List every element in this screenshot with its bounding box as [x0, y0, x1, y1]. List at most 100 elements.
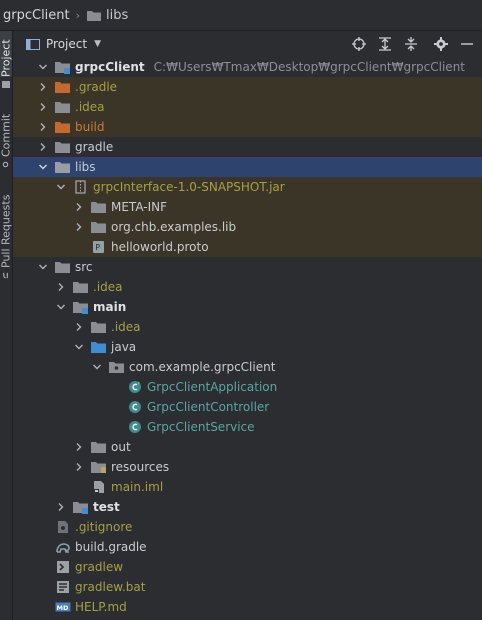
tree-row-build[interactable]: build — [13, 117, 482, 137]
chevron-down-icon[interactable] — [55, 181, 67, 193]
chevron-right-icon[interactable] — [73, 321, 85, 333]
tree-row-resources[interactable]: resources — [13, 457, 482, 477]
chevron-down-icon[interactable] — [73, 341, 85, 353]
chevron-down-icon[interactable] — [91, 361, 103, 373]
tree-row-test[interactable]: test — [13, 497, 482, 517]
chevron-right-icon[interactable] — [37, 141, 49, 153]
tree-row-java[interactable]: java — [13, 337, 482, 357]
tree-label: gradlew.bat — [75, 580, 146, 594]
chevron-right-icon[interactable] — [73, 441, 85, 453]
tool-window-strip: Project Commit Pull Requests — [0, 31, 13, 620]
java-class-icon — [127, 380, 143, 394]
markdown-file-icon: MD — [55, 600, 71, 614]
expand-all-icon — [379, 37, 391, 51]
tree-label: java — [111, 340, 137, 354]
folder-icon — [87, 10, 102, 21]
tree-row-src-idea[interactable]: .idea — [13, 277, 482, 297]
tree-label: META-INF — [111, 200, 168, 214]
tree-row-package[interactable]: com.example.grpcClient — [13, 357, 482, 377]
folder-icon — [91, 220, 107, 234]
excluded-folder-icon — [55, 80, 71, 94]
tree-row-src[interactable]: src — [13, 257, 482, 277]
tree-label: .gradle — [75, 80, 118, 94]
crosshair-icon — [352, 37, 366, 51]
tree-label: grpcInterface-1.0-SNAPSHOT.jar — [93, 180, 285, 194]
tree-label: resources — [111, 460, 170, 474]
tree-row-gradle[interactable]: gradle — [13, 137, 482, 157]
chevron-right-icon[interactable] — [37, 121, 49, 133]
tree-row-idea-dot[interactable]: .idea — [13, 97, 482, 117]
gradle-file-icon — [55, 540, 71, 554]
tree-row-org-package[interactable]: org.chb.examples.lib — [13, 217, 482, 237]
tree-row-class-app[interactable]: GrpcClientApplication — [13, 377, 482, 397]
tree-label: out — [111, 440, 131, 454]
collapse-all-icon — [405, 37, 417, 51]
settings-button[interactable] — [428, 31, 454, 57]
tree-label: build.gradle — [75, 540, 147, 554]
batch-file-icon — [55, 580, 71, 594]
tab-pull-requests[interactable]: Pull Requests — [0, 184, 13, 279]
tree-row-out[interactable]: out — [13, 437, 482, 457]
chevron-down-icon[interactable] — [37, 261, 49, 273]
tree-label: .idea — [93, 280, 123, 294]
chevron-right-icon[interactable] — [73, 221, 85, 233]
collapse-all-button[interactable] — [398, 31, 424, 57]
chevron-down-icon[interactable] — [55, 301, 67, 313]
chevron-right-icon[interactable] — [55, 281, 67, 293]
tree-row-main-idea[interactable]: .idea — [13, 317, 482, 337]
tree-row-gitignore[interactable]: .gitignore — [13, 517, 482, 537]
tree-row-root[interactable]: grpcClient C:₩Users₩Tmax₩Desktop₩grpcCli… — [13, 57, 482, 77]
minimize-icon — [461, 43, 473, 45]
tab-commit[interactable]: Commit — [0, 106, 13, 168]
tree-row-build-gradle[interactable]: build.gradle — [13, 537, 482, 557]
tree-row-main[interactable]: main — [13, 297, 482, 317]
excluded-folder-icon — [55, 120, 71, 134]
module-folder-icon — [55, 60, 71, 74]
breadcrumb-root[interactable]: grpcClient — [3, 8, 70, 23]
folder-icon — [55, 260, 71, 274]
tree-row-gradlew[interactable]: gradlew — [13, 557, 482, 577]
tree-label: gradlew — [75, 560, 124, 574]
project-tab-icon — [2, 81, 10, 88]
chevron-down-icon[interactable] — [37, 161, 49, 173]
tree-label: .gitignore — [75, 520, 133, 534]
tree-row-jar[interactable]: grpcInterface-1.0-SNAPSHOT.jar — [13, 177, 482, 197]
tree-row-main-iml[interactable]: main.iml — [13, 477, 482, 497]
jar-archive-icon — [73, 180, 89, 194]
tree-label: GrpcClientController — [147, 400, 270, 414]
tree-row-meta-inf[interactable]: META-INF — [13, 197, 482, 217]
tree-row-class-service[interactable]: GrpcClientService — [13, 417, 482, 437]
java-class-icon — [127, 400, 143, 414]
folder-icon — [55, 140, 71, 154]
tree-label: libs — [75, 160, 96, 174]
expand-all-button[interactable] — [372, 31, 398, 57]
tree-label: .idea — [111, 320, 141, 334]
chevron-right-icon[interactable] — [37, 101, 49, 113]
java-class-icon — [127, 420, 143, 434]
folder-icon — [55, 160, 71, 174]
tree-row-proto[interactable]: P helloworld.proto — [13, 237, 482, 257]
tree-label: HELP.md — [75, 600, 127, 614]
tree-row-gradle-dot[interactable]: .gradle — [13, 77, 482, 97]
tab-project[interactable]: Project — [0, 31, 13, 77]
tree-row-gradlew-bat[interactable]: gradlew.bat — [13, 577, 482, 597]
commit-icon — [3, 161, 9, 168]
chevron-right-icon[interactable] — [55, 501, 67, 513]
breadcrumb-folder[interactable]: libs — [87, 8, 128, 23]
select-opened-file-button[interactable] — [346, 31, 372, 57]
panel-title[interactable]: Project — [46, 37, 87, 51]
resources-folder-icon — [91, 460, 107, 474]
tree-row-class-controller[interactable]: GrpcClientController — [13, 397, 482, 417]
tree-row-help-md[interactable]: MD HELP.md — [13, 597, 482, 617]
tree-label: .idea — [75, 100, 105, 114]
tree-label-root: grpcClient — [75, 60, 145, 74]
chevron-right-icon[interactable] — [73, 201, 85, 213]
chevron-down-icon[interactable] — [37, 61, 49, 73]
tree-row-libs[interactable]: libs — [13, 157, 482, 177]
chevron-right-icon[interactable] — [37, 81, 49, 93]
hide-panel-button[interactable] — [454, 31, 480, 57]
chevron-right-icon[interactable] — [73, 461, 85, 473]
view-dropdown-chevron-icon[interactable]: ▼ — [94, 39, 101, 49]
folder-icon — [91, 440, 107, 454]
module-folder-icon — [73, 500, 89, 514]
